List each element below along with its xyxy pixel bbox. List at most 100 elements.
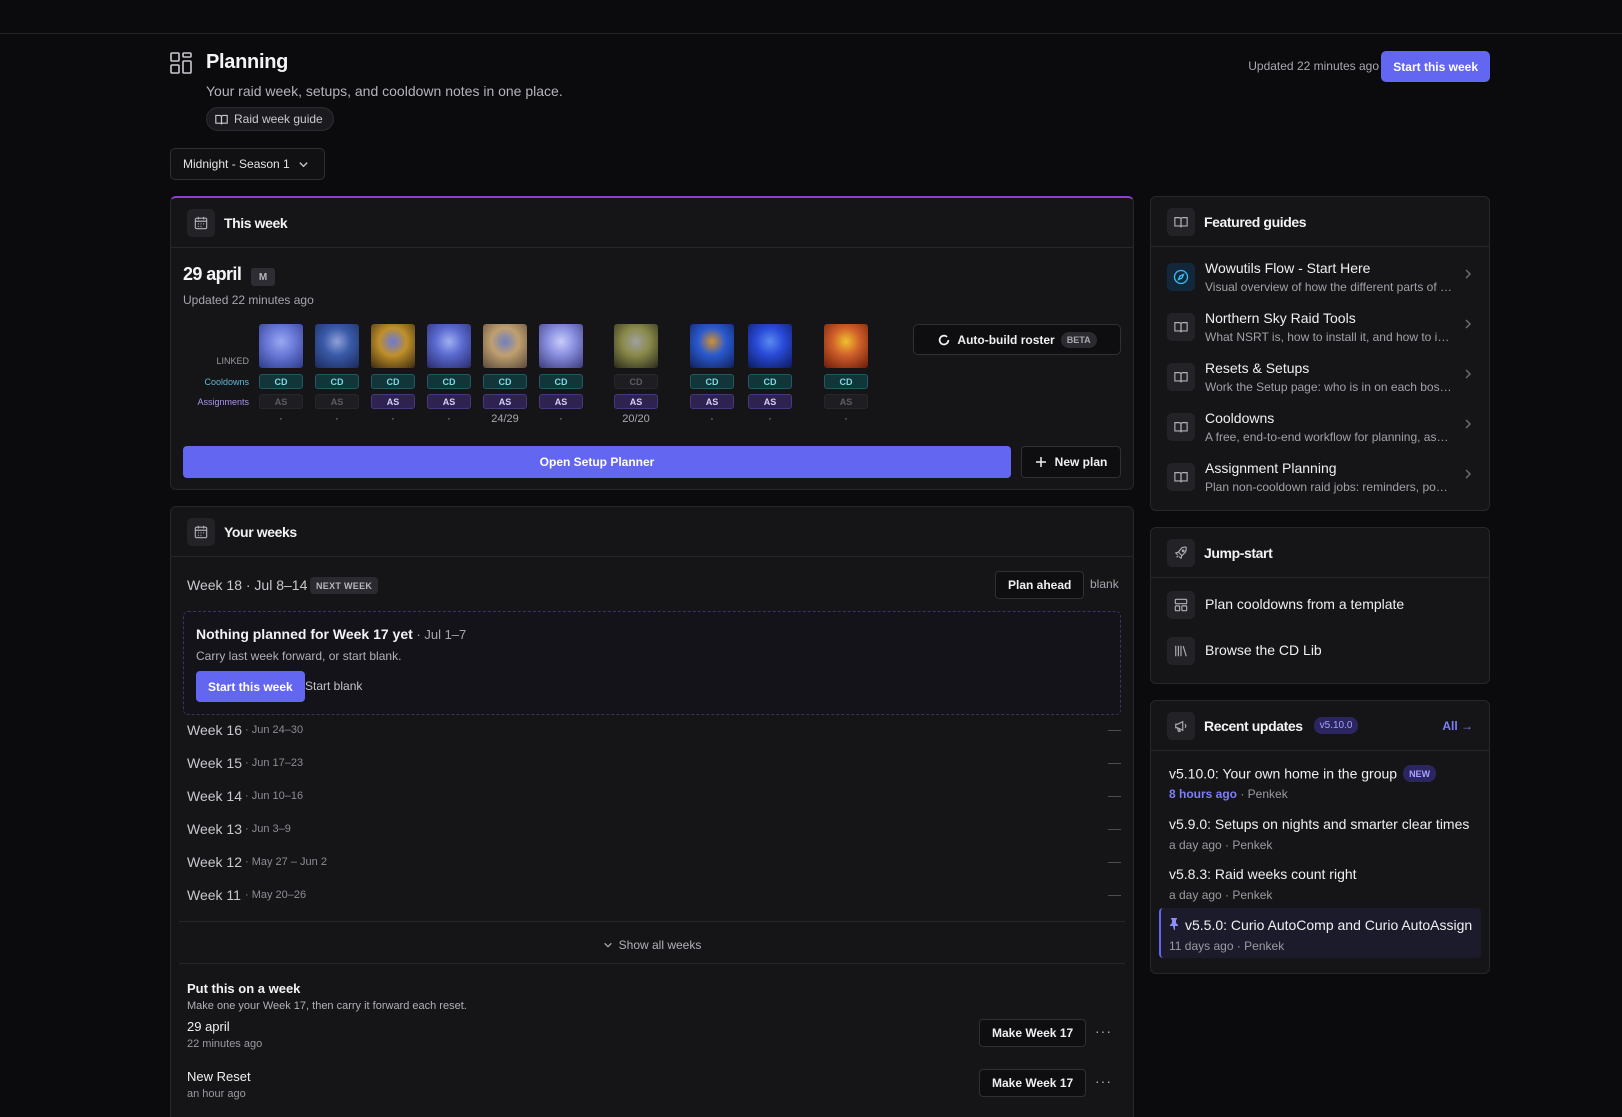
- assignments-pill[interactable]: AS: [614, 394, 658, 409]
- cooldowns-pill[interactable]: CD: [483, 374, 527, 389]
- guide-item[interactable]: Assignment Planning Plan non-cooldown rai…: [1167, 457, 1473, 501]
- cooldowns-pill[interactable]: CD: [371, 374, 415, 389]
- start-this-week-button[interactable]: Start this week: [1381, 51, 1490, 82]
- guide-item[interactable]: Northern Sky Raid Tools What NSRT is, how…: [1167, 307, 1473, 351]
- cooldowns-pill[interactable]: CD: [748, 374, 792, 389]
- week-name: Week 12: [187, 854, 242, 870]
- week-row[interactable]: Week 15 · Jun 17–23 —: [187, 755, 1121, 779]
- assignments-pill[interactable]: AS: [315, 394, 359, 409]
- cooldowns-pill[interactable]: CD: [614, 374, 658, 389]
- update-item[interactable]: v5.9.0: Setups on nights and smarter cle…: [1169, 816, 1483, 858]
- update-title: v5.5.0: Curio AutoComp and Curio AutoAss…: [1169, 917, 1472, 933]
- guide-title: Northern Sky Raid Tools: [1205, 310, 1356, 326]
- page-header: Planning Your raid week, setups, and coo…: [170, 50, 1490, 134]
- week-status: —: [1108, 887, 1121, 902]
- boss-portrait[interactable]: [539, 324, 583, 368]
- guide-item[interactable]: Cooldowns A free, end-to-end workflow for…: [1167, 407, 1473, 451]
- jump-item-template[interactable]: Plan cooldowns from a template: [1167, 590, 1473, 620]
- raid-week-guide-label: Raid week guide: [234, 112, 323, 126]
- update-author: · Penkek: [1233, 939, 1285, 953]
- auto-build-roster-button[interactable]: Auto-build roster BETA: [913, 324, 1121, 355]
- boss-column: CD AS ·: [259, 324, 303, 425]
- week-row[interactable]: Week 16 · Jun 24–30 —: [187, 722, 1121, 746]
- cooldowns-pill[interactable]: CD: [690, 374, 734, 389]
- update-item[interactable]: v5.10.0: Your own home in the group NEW 8 …: [1169, 765, 1483, 807]
- cooldowns-pill[interactable]: CD: [315, 374, 359, 389]
- week-dates: · May 27 – Jun 2: [245, 856, 327, 868]
- book-icon: [215, 114, 228, 124]
- difficulty-badge: M: [251, 268, 275, 286]
- book-icon: [1167, 413, 1195, 441]
- start-this-week-button[interactable]: Start this week: [196, 671, 305, 702]
- guide-item[interactable]: Wowutils Flow - Start Here Visual overvie…: [1167, 257, 1473, 301]
- plus-icon: [1035, 457, 1046, 467]
- season-select[interactable]: Midnight - Season 1: [170, 148, 325, 180]
- assignments-pill[interactable]: AS: [748, 394, 792, 409]
- boss-portrait[interactable]: [748, 324, 792, 368]
- boss-portrait[interactable]: [427, 324, 471, 368]
- cooldowns-pill[interactable]: CD: [427, 374, 471, 389]
- featured-guides-header: Featured guides: [1151, 197, 1489, 247]
- linked-row-label: LINKED: [216, 356, 249, 366]
- boss-column: CD AS ·: [748, 324, 792, 425]
- recent-updates-title: Recent updates: [1204, 717, 1303, 734]
- boss-portrait[interactable]: [315, 324, 359, 368]
- update-item[interactable]: v5.8.3: Raid weeks count right a day ago …: [1169, 866, 1483, 908]
- plan-updated: Updated 22 minutes ago: [183, 293, 314, 307]
- your-weeks-title: Your weeks: [224, 523, 297, 540]
- jump-start-card: Jump-start Plan cooldowns from a templat…: [1150, 527, 1490, 684]
- assignments-pill[interactable]: AS: [371, 394, 415, 409]
- divider: [179, 963, 1125, 964]
- boss-portrait[interactable]: [690, 324, 734, 368]
- jump-item-cd-lib[interactable]: Browse the CD Lib: [1167, 636, 1473, 666]
- update-item[interactable]: v5.5.0: Curio AutoComp and Curio AutoAss…: [1169, 917, 1483, 959]
- week-status: —: [1108, 854, 1121, 869]
- week-row[interactable]: Week 13 · Jun 3–9 —: [187, 821, 1121, 845]
- raid-week-guide-button[interactable]: Raid week guide: [206, 107, 334, 131]
- make-week-button[interactable]: Make Week 17: [979, 1019, 1087, 1047]
- jump-item-label: Plan cooldowns from a template: [1205, 596, 1405, 612]
- boss-portrait[interactable]: [483, 324, 527, 368]
- more-options-icon[interactable]: ···: [1095, 1073, 1112, 1089]
- guide-title: Resets & Setups: [1205, 360, 1310, 376]
- make-week-button[interactable]: Make Week 17: [979, 1069, 1087, 1097]
- start-blank-link[interactable]: Start blank: [305, 679, 362, 693]
- guide-item[interactable]: Resets & Setups Work the Setup page: who …: [1167, 357, 1473, 401]
- open-setup-planner-button[interactable]: Open Setup Planner: [183, 446, 1011, 478]
- assignments-pill[interactable]: AS: [539, 394, 583, 409]
- boss-portrait[interactable]: [371, 324, 415, 368]
- boss-portrait[interactable]: [259, 324, 303, 368]
- plan-time: an hour ago: [187, 1088, 246, 1100]
- boss-portrait[interactable]: [824, 324, 868, 368]
- assignments-pill[interactable]: AS: [483, 394, 527, 409]
- assignments-pill[interactable]: AS: [259, 394, 303, 409]
- chevron-right-icon: [1463, 268, 1473, 283]
- update-title: v5.10.0: Your own home in the group NEW: [1169, 765, 1437, 782]
- cooldowns-pill[interactable]: CD: [259, 374, 303, 389]
- plan-ahead-button[interactable]: Plan ahead: [995, 571, 1085, 599]
- book-icon: [1167, 207, 1195, 236]
- week-row[interactable]: Week 11 · May 20–26 —: [187, 887, 1121, 911]
- assignments-row-label: Assignments: [197, 397, 249, 407]
- new-plan-button[interactable]: New plan: [1021, 446, 1121, 478]
- cooldowns-pill[interactable]: CD: [539, 374, 583, 389]
- update-meta: 11 days ago · Penkek: [1169, 939, 1284, 953]
- assignments-pill[interactable]: AS: [427, 394, 471, 409]
- update-title-text: v5.10.0: Your own home in the group: [1169, 765, 1398, 782]
- update-meta: 8 hours ago · Penkek: [1169, 787, 1288, 801]
- week-row[interactable]: Week 12 · May 27 – Jun 2 —: [187, 854, 1121, 878]
- boss-column: CD AS ·: [371, 324, 415, 425]
- week-row[interactable]: Week 14 · Jun 10–16 —: [187, 788, 1121, 812]
- show-all-weeks-button[interactable]: Show all weeks: [171, 938, 1133, 952]
- week-dates: · Jun 10–16: [245, 790, 304, 802]
- all-updates-link[interactable]: All →: [1442, 719, 1473, 733]
- more-options-icon[interactable]: ···: [1095, 1023, 1112, 1039]
- boss-portrait[interactable]: [614, 324, 658, 368]
- this-week-card: This week 29 april M Updated 22 minutes …: [170, 196, 1134, 490]
- assignments-pill[interactable]: AS: [824, 394, 868, 409]
- boss-progress: ·: [335, 413, 339, 425]
- updated-timestamp: Updated 22 minutes ago: [1248, 59, 1379, 73]
- your-weeks-header: Your weeks: [171, 507, 1133, 557]
- cooldowns-pill[interactable]: CD: [824, 374, 868, 389]
- assignments-pill[interactable]: AS: [690, 394, 734, 409]
